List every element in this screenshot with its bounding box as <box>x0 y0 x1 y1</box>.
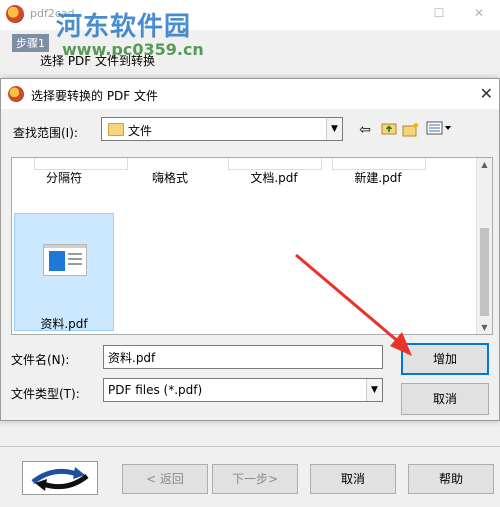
cancel-button[interactable]: 取消 <box>310 464 396 494</box>
next-button[interactable]: 下一步> <box>212 464 298 494</box>
back-button[interactable]: < 返回 <box>122 464 208 494</box>
pdf2cad-logo-icon <box>22 461 98 495</box>
wizard-separator <box>0 446 500 447</box>
help-button[interactable]: 帮助 <box>408 464 494 494</box>
annotation-arrow <box>295 253 412 356</box>
